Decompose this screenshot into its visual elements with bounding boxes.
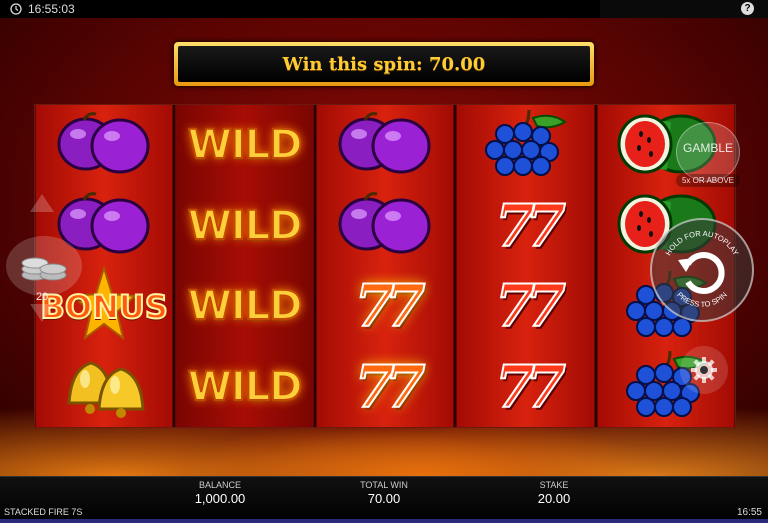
reel-2: WILD WILD WILD WILD xyxy=(175,105,314,428)
reel-cell xyxy=(457,105,593,186)
reel-4: 77 77 77 xyxy=(456,105,595,428)
bet-value: 20 xyxy=(36,291,49,303)
seven-symbol: 77 xyxy=(494,191,567,261)
wild-symbol: WILD xyxy=(187,121,304,169)
stake-value: 20.00 xyxy=(537,491,571,506)
wild-symbol: WILD xyxy=(187,363,304,411)
reel-cell: WILD xyxy=(176,186,312,267)
gamble-condition: 5x OR ABOVE xyxy=(676,174,740,187)
seven-symbol: 77 xyxy=(494,271,567,341)
fire-seven-symbol: 77 xyxy=(354,352,427,422)
wild-symbol: WILD xyxy=(187,202,304,250)
footer-bar: STACKED FIRE 7S BALANCE 1,000.00 TOTAL W… xyxy=(0,476,768,523)
reel-cell xyxy=(317,186,453,267)
bet-down-arrow[interactable] xyxy=(30,304,54,322)
game-name: STACKED FIRE 7S xyxy=(4,507,83,517)
reel-cell: WILD xyxy=(176,347,312,428)
bottom-strip xyxy=(0,519,768,523)
seven-symbol: 77 xyxy=(494,352,567,422)
clock: 16:55:03 xyxy=(10,2,75,16)
clock-icon xyxy=(10,3,22,15)
win-banner: Win this spin: 70.00 xyxy=(174,42,594,86)
reel-cell: 77 xyxy=(457,186,593,267)
bonus-label: BONUS xyxy=(40,287,169,327)
spin-icon: HOLD FOR AUTOPLAY PRESS TO SPIN xyxy=(664,229,741,309)
stake-label: STAKE xyxy=(539,480,569,490)
total-win-label: TOTAL WIN xyxy=(360,480,408,490)
help-icon[interactable]: ? xyxy=(741,2,754,15)
reel-cell: 77 xyxy=(457,266,593,347)
gear-icon xyxy=(691,357,717,383)
gamble-label: GAMBLE xyxy=(682,141,733,155)
reel-cell xyxy=(36,347,172,428)
balance-display: BALANCE 1,000.00 xyxy=(180,480,260,506)
clock-time: 16:55:03 xyxy=(28,2,75,16)
reel-3: 77 77 xyxy=(315,105,455,428)
balance-label: BALANCE xyxy=(198,480,242,490)
settings-button[interactable] xyxy=(680,346,728,394)
grapes-symbol xyxy=(475,108,575,183)
reel-cell: WILD xyxy=(176,105,312,186)
wild-symbol: WILD xyxy=(187,282,304,330)
reel-cell: 77 xyxy=(457,347,593,428)
reel-cell: 77 xyxy=(317,347,453,428)
stake-display: STAKE 20.00 xyxy=(514,480,594,506)
reel-cell: 77 xyxy=(317,266,453,347)
footer-time: 16:55 xyxy=(736,507,762,518)
chips-icon xyxy=(21,257,67,281)
win-text: Win this spin: 70.00 xyxy=(282,53,486,75)
balance-value: 1,000.00 xyxy=(194,491,246,506)
plum-symbol xyxy=(54,110,154,181)
bet-chips-button[interactable]: 20 xyxy=(6,236,82,303)
game-stage: Win this spin: 70.00 BONUS WILD WILD WILD WI… xyxy=(0,18,768,476)
spin-button[interactable]: HOLD FOR AUTOPLAY PRESS TO SPIN xyxy=(650,218,754,322)
status-bar: 16:55:03 ? xyxy=(0,0,768,18)
bet-up-arrow[interactable] xyxy=(30,194,54,212)
fire-seven-symbol: 77 xyxy=(354,271,427,341)
reel-cell xyxy=(317,105,453,186)
plum-symbol xyxy=(335,110,435,181)
reel-cell: WILD xyxy=(176,266,312,347)
reels-grid: BONUS WILD WILD WILD WILD 77 77 77 77 77 xyxy=(34,104,736,428)
plum-symbol xyxy=(335,190,435,261)
bells-symbol xyxy=(49,349,159,424)
gamble-button[interactable]: GAMBLE xyxy=(676,122,740,182)
total-win-display: TOTAL WIN 70.00 xyxy=(344,480,424,506)
total-win-value: 70.00 xyxy=(367,491,401,506)
reel-cell xyxy=(36,105,172,186)
